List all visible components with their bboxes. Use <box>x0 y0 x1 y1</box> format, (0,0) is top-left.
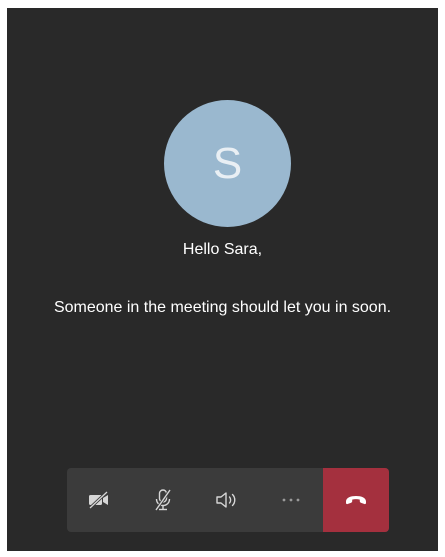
video-off-icon <box>88 490 109 510</box>
hang-up-button[interactable] <box>323 468 389 532</box>
call-toolbar <box>67 468 389 532</box>
speaker-icon <box>216 492 236 508</box>
more-icon <box>282 498 300 502</box>
meeting-lobby-window: S Hello Sara, Someone in the meeting sho… <box>7 8 438 551</box>
greeting-text: Hello Sara, <box>182 241 263 258</box>
avatar-initial: S <box>212 138 243 188</box>
avatar: S <box>164 100 291 227</box>
lobby-message: Someone in the meeting should let you in… <box>53 299 392 316</box>
more-options-button[interactable] <box>259 468 323 532</box>
mute-button[interactable] <box>131 468 195 532</box>
camera-toggle-button[interactable] <box>67 468 131 532</box>
hangup-icon <box>346 496 366 505</box>
mic-off-icon <box>154 489 172 511</box>
speaker-button[interactable] <box>195 468 259 532</box>
